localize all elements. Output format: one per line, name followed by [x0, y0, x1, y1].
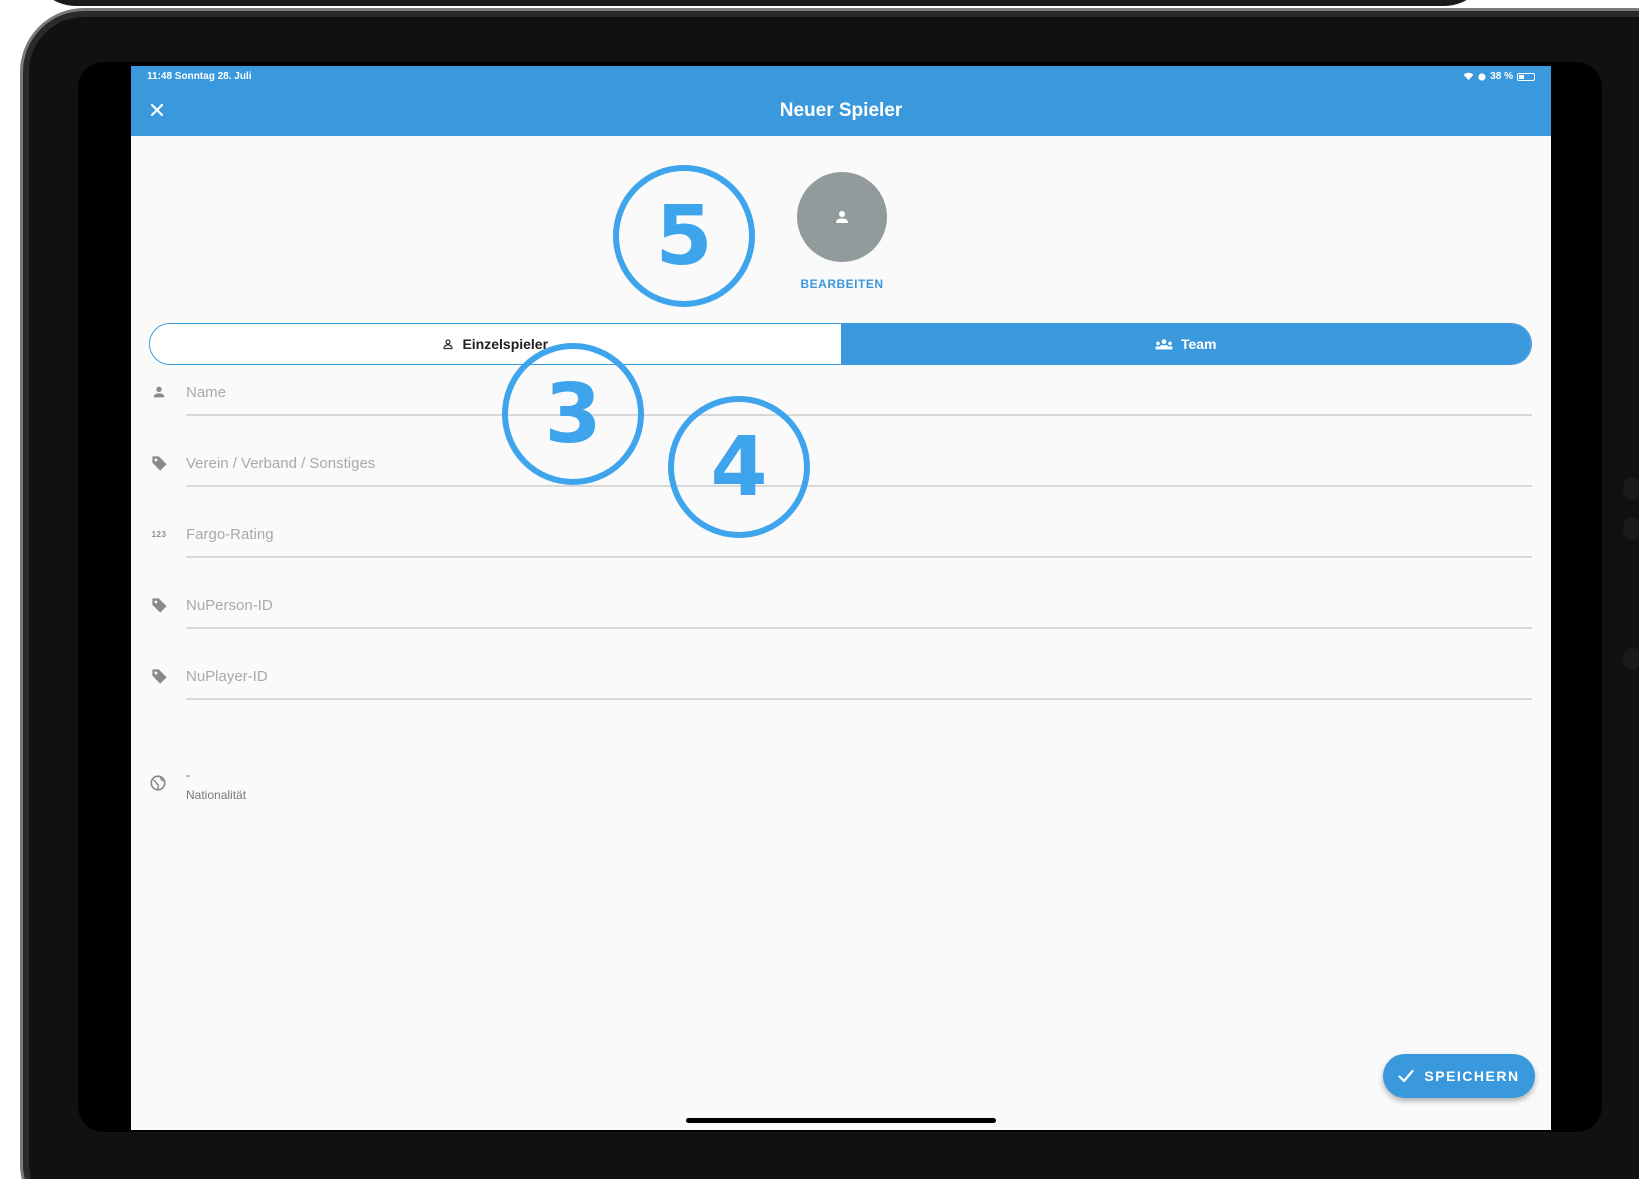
second-device-edge: [30, 0, 1490, 6]
nuperson-id-field[interactable]: NuPerson-ID: [149, 581, 1532, 629]
player-type-toggle: Einzelspieler Team: [149, 323, 1532, 365]
field-underline: [186, 556, 1532, 558]
page-title: Neuer Spieler: [779, 100, 903, 121]
callout-marker-4: 4: [668, 396, 810, 538]
callout-marker-3: 3: [502, 343, 644, 485]
segment-team[interactable]: Team: [840, 324, 1531, 364]
numbers-icon: 123: [149, 524, 169, 544]
field-underline: [186, 414, 1532, 416]
app-bar: 11:48 Sonntag 28. Juli 38 % Neuer Spiele…: [131, 66, 1551, 136]
segment-single-label: Einzelspieler: [462, 336, 549, 352]
battery-percent: 38 %: [1490, 71, 1513, 82]
segment-team-label: Team: [1180, 336, 1217, 352]
check-icon: [1398, 1069, 1415, 1083]
field-underline: [186, 485, 1532, 487]
person-icon: [836, 211, 848, 223]
fargo-rating-placeholder: Fargo-Rating: [186, 526, 274, 543]
tag-icon: [149, 666, 169, 686]
app-screen: 11:48 Sonntag 28. Juli 38 % Neuer Spiele…: [131, 66, 1551, 1130]
side-button: [1623, 518, 1639, 540]
tag-icon: [149, 453, 169, 473]
nuperson-id-placeholder: NuPerson-ID: [186, 597, 273, 614]
battery-icon: [1517, 72, 1535, 81]
nationality-label: Nationalität: [186, 788, 247, 802]
status-indicators: 38 %: [1463, 71, 1535, 82]
edit-avatar-link[interactable]: BEARBEITEN: [777, 277, 907, 291]
field-underline: [186, 698, 1532, 700]
person-outline-icon: [443, 339, 454, 350]
nuplayer-id-placeholder: NuPlayer-ID: [186, 668, 268, 685]
status-time-date: 11:48 Sonntag 28. Juli: [147, 71, 252, 82]
save-button-label: SPEICHERN: [1424, 1068, 1520, 1084]
side-button: [1623, 478, 1639, 500]
club-field[interactable]: Verein / Verband / Sonstiges: [149, 439, 1532, 487]
orientation-lock-icon: [1478, 72, 1486, 81]
club-placeholder: Verein / Verband / Sonstiges: [186, 455, 376, 472]
segment-single-player[interactable]: Einzelspieler: [150, 324, 841, 364]
nationality-value[interactable]: -: [186, 768, 190, 782]
avatar[interactable]: [797, 172, 887, 262]
callout-marker-5: 5: [613, 165, 755, 307]
home-indicator[interactable]: [686, 1118, 996, 1123]
group-icon: [1155, 339, 1173, 350]
fargo-rating-field[interactable]: 123 Fargo-Rating: [149, 510, 1532, 558]
wifi-icon: [1463, 72, 1474, 81]
screenshot-stage: 11:48 Sonntag 28. Juli 38 % Neuer Spiele…: [0, 0, 1639, 1179]
name-field[interactable]: Name: [149, 368, 1532, 416]
nuplayer-id-field[interactable]: NuPlayer-ID: [149, 652, 1532, 700]
name-placeholder: Name: [186, 384, 227, 401]
tag-icon: [149, 595, 169, 615]
globe-icon: [149, 774, 169, 794]
person-icon: [149, 382, 169, 402]
side-button: [1623, 648, 1639, 670]
numbers-icon-text: 123: [151, 529, 167, 539]
field-underline: [186, 627, 1532, 629]
save-button[interactable]: SPEICHERN: [1383, 1054, 1535, 1098]
